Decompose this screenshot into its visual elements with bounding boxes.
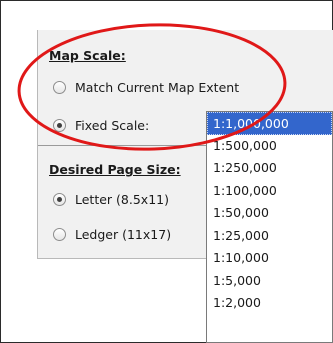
radio-label: Ledger (11x17): [75, 227, 172, 242]
scale-option[interactable]: 1:250,000: [207, 157, 332, 180]
radio-match-current-extent[interactable]: Match Current Map Extent: [53, 80, 239, 95]
page-size-heading: Desired Page Size:: [49, 162, 181, 177]
scale-option[interactable]: 1:500,000: [207, 135, 332, 158]
radio-fixed-scale[interactable]: Fixed Scale:: [53, 118, 149, 133]
radio-letter[interactable]: Letter (8.5x11): [53, 192, 169, 207]
radio-label: Match Current Map Extent: [75, 80, 240, 95]
scale-option[interactable]: 1:10,000: [207, 247, 332, 270]
section-divider: [38, 145, 213, 146]
scale-option[interactable]: 1:2,000: [207, 292, 332, 315]
scale-dropdown-list[interactable]: 1:1,000,000 1:500,000 1:250,000 1:100,00…: [206, 111, 333, 343]
scale-option-selected[interactable]: 1:1,000,000: [207, 112, 332, 135]
scale-option[interactable]: 1:100,000: [207, 180, 332, 203]
radio-ledger[interactable]: Ledger (11x17): [53, 227, 171, 242]
radio-label: Fixed Scale:: [75, 118, 150, 133]
scale-option[interactable]: 1:5,000: [207, 270, 332, 293]
radio-button-icon[interactable]: [53, 81, 66, 94]
scale-option[interactable]: 1:50,000: [207, 202, 332, 225]
radio-button-selected-icon[interactable]: [53, 119, 66, 132]
radio-label: Letter (8.5x11): [75, 192, 169, 207]
radio-button-selected-icon[interactable]: [53, 193, 66, 206]
map-scale-heading: Map Scale:: [49, 48, 126, 63]
radio-button-icon[interactable]: [53, 228, 66, 241]
scale-option[interactable]: 1:25,000: [207, 225, 332, 248]
